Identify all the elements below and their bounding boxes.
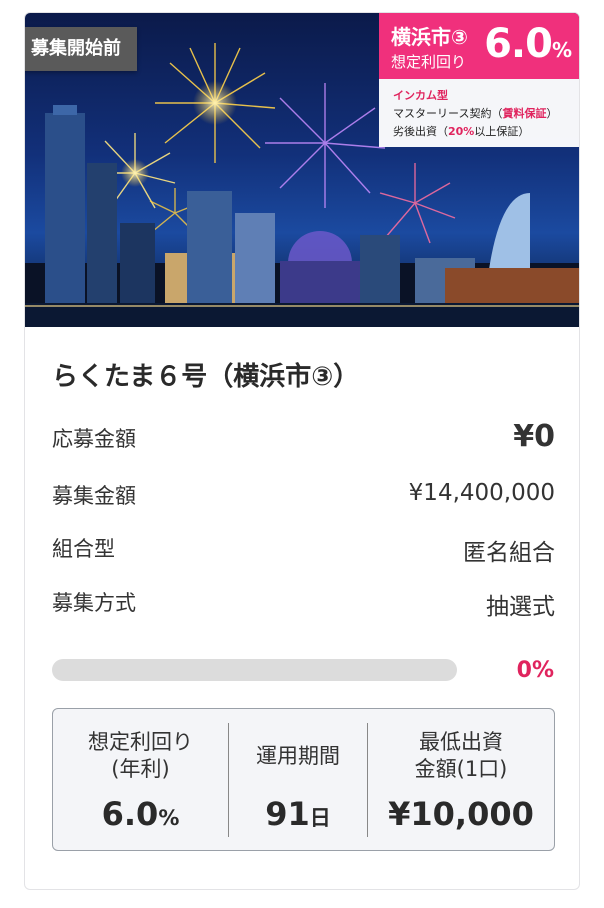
method-label: 募集方式: [52, 591, 136, 615]
badge-master-lease: マスターリース契約（賃料保証）: [393, 105, 557, 121]
status-label: 募集開始前: [25, 27, 137, 71]
stat-period-label: 運用期間: [256, 744, 340, 768]
badge-master-lease-highlight: 賃料保証: [502, 107, 547, 120]
stat-yield-label-1: 想定利回り: [88, 730, 193, 754]
target-amount-value: ¥14,400,000: [408, 480, 555, 506]
applied-amount-label: 応募金額: [52, 427, 136, 451]
badge-subordinate-suffix: 以上保証）: [474, 125, 530, 138]
badge-type: インカム型: [393, 89, 448, 102]
progress-percent: 0%: [516, 658, 554, 683]
stat-min-label-2: 金額(1口): [414, 757, 508, 781]
stat-yield-value: 6.0%: [53, 795, 228, 833]
applied-amount-value: ¥0: [513, 419, 555, 454]
badge-subordinate: 劣後出資（20%以上保証）: [393, 123, 529, 139]
stat-period: 運用期間 91日: [229, 709, 367, 850]
progress-bar: [52, 659, 457, 681]
method-value: 抽選式: [486, 594, 555, 620]
stat-period-value: 91日: [229, 795, 367, 833]
badge-subtitle: 想定利回り: [391, 53, 467, 71]
target-amount-label: 募集金額: [52, 484, 136, 508]
badge-subordinate-highlight: 20%: [448, 125, 475, 138]
yield-badge: 横浜市③ 想定利回り 6.0% インカム型 マスターリース契約（賃料保証） 劣後…: [379, 13, 579, 147]
badge-rate-unit: %: [551, 38, 572, 62]
stat-period-unit: 日: [309, 806, 331, 830]
detail-row-target: 募集金額 ¥14,400,000: [52, 480, 555, 510]
badge-rate-value: 6.0: [484, 21, 553, 67]
fund-card[interactable]: 募集開始前 横浜市③ 想定利回り 6.0% インカム型 マスターリース契約（賃料…: [24, 12, 580, 890]
yield-badge-notes: インカム型 マスターリース契約（賃料保証） 劣後出資（20%以上保証）: [379, 79, 579, 147]
badge-city: 横浜市③: [391, 25, 468, 49]
stat-yield-label-2: (年利): [111, 757, 170, 781]
detail-row-union: 組合型 匿名組合: [52, 533, 555, 566]
stat-yield-number: 6.0: [101, 795, 159, 833]
hero-image: 募集開始前 横浜市③ 想定利回り 6.0% インカム型 マスターリース契約（賃料…: [25, 13, 579, 327]
badge-master-lease-suffix: ）: [546, 107, 558, 120]
stat-min-label-1: 最低出資: [419, 730, 503, 754]
detail-row-applied: 応募金額 ¥0: [52, 419, 555, 454]
yield-badge-header: 横浜市③ 想定利回り 6.0%: [379, 13, 579, 79]
union-type-value: 匿名組合: [463, 540, 555, 566]
badge-master-lease-prefix: マスターリース契約（: [393, 107, 503, 120]
stat-min-value: ¥10,000: [388, 795, 534, 833]
stat-period-number: 91: [265, 795, 310, 833]
union-type-label: 組合型: [52, 537, 115, 561]
stat-yield: 想定利回り (年利) 6.0%: [53, 709, 228, 850]
stat-minimum: 最低出資 金額(1口) ¥10,000: [368, 709, 554, 850]
stat-yield-unit: %: [158, 806, 180, 830]
stats-box: 想定利回り (年利) 6.0% 運用期間 91日 最低出資 金額(1口) ¥10…: [52, 708, 555, 851]
badge-rate: 6.0%: [484, 21, 572, 67]
detail-row-method: 募集方式 抽選式: [52, 587, 555, 620]
fund-title[interactable]: らくたま６号（横浜市③）: [52, 356, 359, 393]
badge-subordinate-prefix: 劣後出資（: [393, 125, 448, 138]
